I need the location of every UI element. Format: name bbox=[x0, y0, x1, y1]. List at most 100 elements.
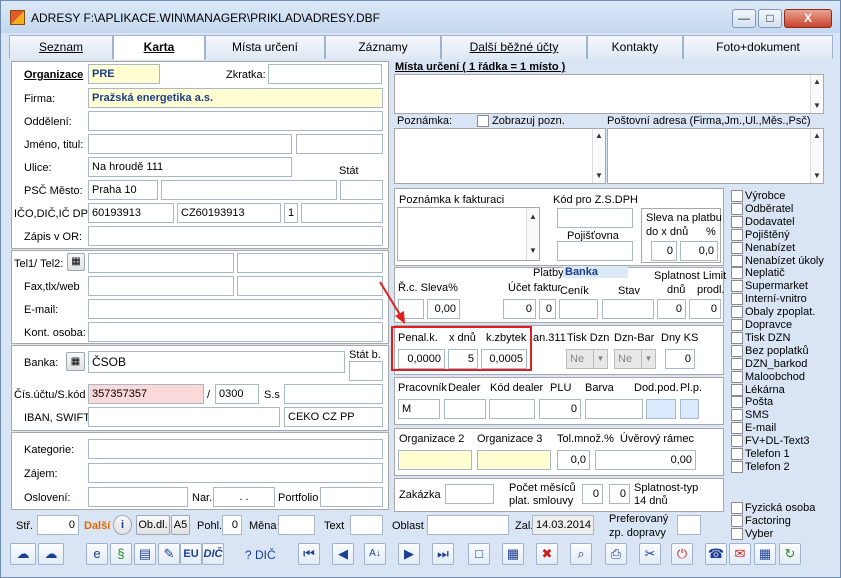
close-button[interactable]: X bbox=[784, 9, 832, 28]
pojistovna-field[interactable] bbox=[557, 241, 633, 261]
dalsi-link[interactable]: Další bbox=[84, 520, 110, 532]
ulice-field[interactable]: Na hroudě 111 bbox=[88, 157, 292, 177]
organizace-field[interactable]: PRE bbox=[88, 64, 160, 84]
pocet-mesicu-field[interactable]: 0 bbox=[582, 484, 603, 504]
oblast-field[interactable] bbox=[427, 515, 509, 535]
cloud-sync-icon[interactable]: ☁ bbox=[38, 543, 64, 565]
dic-query-link[interactable]: ? DIČ bbox=[245, 548, 276, 562]
delete-record-icon[interactable]: ✖ bbox=[536, 543, 558, 565]
text-field[interactable] bbox=[350, 515, 383, 535]
osloveni-field[interactable] bbox=[88, 487, 188, 507]
cloud-icon[interactable]: ☁ bbox=[10, 543, 36, 565]
tab-seznam[interactable]: Seznam bbox=[9, 35, 113, 59]
flag-checkbox[interactable] bbox=[731, 267, 743, 280]
cenik-field[interactable] bbox=[559, 299, 598, 319]
splatnost-typ-field[interactable]: 0 bbox=[609, 484, 630, 504]
minimize-button[interactable]: — bbox=[732, 9, 756, 28]
web-field[interactable] bbox=[237, 276, 383, 296]
qr-icon[interactable]: ▦ bbox=[67, 253, 85, 271]
titul-field[interactable] bbox=[296, 134, 383, 154]
pohl-field[interactable]: 0 bbox=[222, 515, 242, 535]
a5-button[interactable]: A5 bbox=[171, 515, 190, 535]
poznamka-textarea[interactable]: ▲ ▼ bbox=[394, 128, 606, 184]
mena-field[interactable] bbox=[278, 515, 315, 535]
org3-field[interactable] bbox=[477, 450, 551, 470]
dzn-bar-select[interactable]: Ne ▼ bbox=[614, 349, 656, 369]
table-icon[interactable]: ▤ bbox=[134, 543, 156, 565]
pozn-fakt-textarea[interactable]: ▲ ▼ bbox=[397, 207, 540, 261]
edit-record-icon[interactable]: ▦ bbox=[502, 543, 524, 565]
refresh-icon[interactable]: ↻ bbox=[779, 543, 801, 565]
plp-field[interactable] bbox=[680, 399, 699, 419]
flag-checkbox[interactable] bbox=[731, 460, 743, 473]
ucet-field[interactable]: 357357357 bbox=[88, 384, 204, 404]
mesto-field[interactable] bbox=[161, 180, 337, 200]
first-record-icon[interactable]: ⏮ bbox=[298, 543, 320, 565]
next-record-icon[interactable]: ▶ bbox=[398, 543, 420, 565]
flag-checkbox[interactable] bbox=[731, 514, 743, 527]
barva-field[interactable] bbox=[585, 399, 643, 419]
flag-checkbox[interactable] bbox=[731, 280, 743, 293]
plu-field[interactable]: 0 bbox=[539, 399, 581, 419]
kod-dealer-field[interactable] bbox=[489, 399, 535, 419]
kont-osoba-field[interactable] bbox=[88, 322, 383, 342]
flag-checkbox[interactable] bbox=[731, 319, 743, 331]
bank-lookup-icon[interactable]: ▦ bbox=[66, 352, 85, 371]
power-icon[interactable]: ⏻ bbox=[671, 543, 693, 565]
zkratka-field[interactable] bbox=[268, 64, 382, 84]
phone-icon[interactable]: ☎ bbox=[705, 543, 727, 565]
kod-banky-field[interactable]: 0300 bbox=[215, 384, 259, 404]
flag-checkbox[interactable] bbox=[731, 357, 743, 370]
zobrazuj-checkbox[interactable] bbox=[477, 115, 489, 127]
flag-checkbox[interactable] bbox=[731, 448, 743, 460]
flag-checkbox[interactable] bbox=[731, 190, 743, 202]
tel2-field[interactable] bbox=[237, 253, 383, 273]
jmeno-field[interactable] bbox=[88, 134, 292, 154]
swift-field[interactable]: CEKO CZ PP bbox=[284, 407, 383, 427]
flag-checkbox[interactable] bbox=[731, 527, 743, 540]
tolmn-field[interactable]: 0,0 bbox=[557, 450, 590, 470]
flag-checkbox[interactable] bbox=[731, 396, 743, 409]
firma-field[interactable]: Pražská energetika a.s. bbox=[88, 88, 383, 108]
flag-checkbox[interactable] bbox=[731, 344, 743, 357]
mista-scrollbar[interactable]: ▲ ▼ bbox=[810, 75, 823, 113]
postovni-scrollbar[interactable]: ▲ ▼ bbox=[810, 129, 823, 183]
ss-field[interactable] bbox=[284, 384, 383, 404]
flag-checkbox[interactable] bbox=[731, 409, 743, 422]
portfolio-field[interactable] bbox=[320, 487, 383, 507]
dic-field[interactable]: CZ60193913 bbox=[177, 203, 281, 223]
uver-field[interactable]: 0,00 bbox=[595, 450, 696, 470]
internet-icon[interactable]: e bbox=[86, 543, 108, 565]
flag-checkbox[interactable] bbox=[731, 228, 743, 241]
icdph-field[interactable] bbox=[301, 203, 383, 223]
str-field[interactable]: 0 bbox=[37, 515, 79, 535]
ico-field[interactable]: 60193913 bbox=[88, 203, 174, 223]
tel1-field[interactable] bbox=[88, 253, 234, 273]
flag-checkbox[interactable] bbox=[731, 254, 743, 267]
sort-icon[interactable]: A↓ bbox=[364, 543, 386, 565]
zajem-field[interactable] bbox=[88, 463, 383, 483]
postovni-textarea[interactable]: ▲ ▼ bbox=[607, 128, 824, 184]
sleva-field[interactable]: 0,00 bbox=[427, 299, 460, 319]
pracovnik-field[interactable]: M bbox=[398, 399, 440, 419]
last-record-icon[interactable]: ⏭ bbox=[432, 543, 454, 565]
tools-icon[interactable]: ✂ bbox=[639, 543, 661, 565]
flag-checkbox[interactable] bbox=[731, 202, 743, 215]
ucet-faktur-field1[interactable]: 0 bbox=[503, 299, 536, 319]
info-icon[interactable]: i bbox=[113, 515, 132, 535]
tisk-dzn-select[interactable]: Ne ▼ bbox=[566, 349, 608, 369]
email-field[interactable] bbox=[88, 299, 383, 319]
prev-record-icon[interactable]: ◀ bbox=[332, 543, 354, 565]
psc-field[interactable]: Praha 10 bbox=[88, 180, 158, 200]
dic-button[interactable]: DIČ bbox=[202, 543, 224, 565]
dny-ks-field[interactable]: 0 bbox=[665, 349, 695, 369]
fax-field[interactable] bbox=[88, 276, 234, 296]
nar-field[interactable]: . . bbox=[213, 487, 275, 507]
stav-field[interactable] bbox=[602, 299, 654, 319]
iban-field[interactable] bbox=[88, 407, 280, 427]
zakazka-field[interactable] bbox=[445, 484, 494, 504]
kod-zs-field[interactable] bbox=[557, 208, 633, 228]
printer-icon[interactable]: ⎙ bbox=[605, 543, 627, 565]
banka-field[interactable]: ČSOB bbox=[88, 351, 345, 373]
tab-kontakty[interactable]: Kontakty bbox=[587, 35, 683, 59]
